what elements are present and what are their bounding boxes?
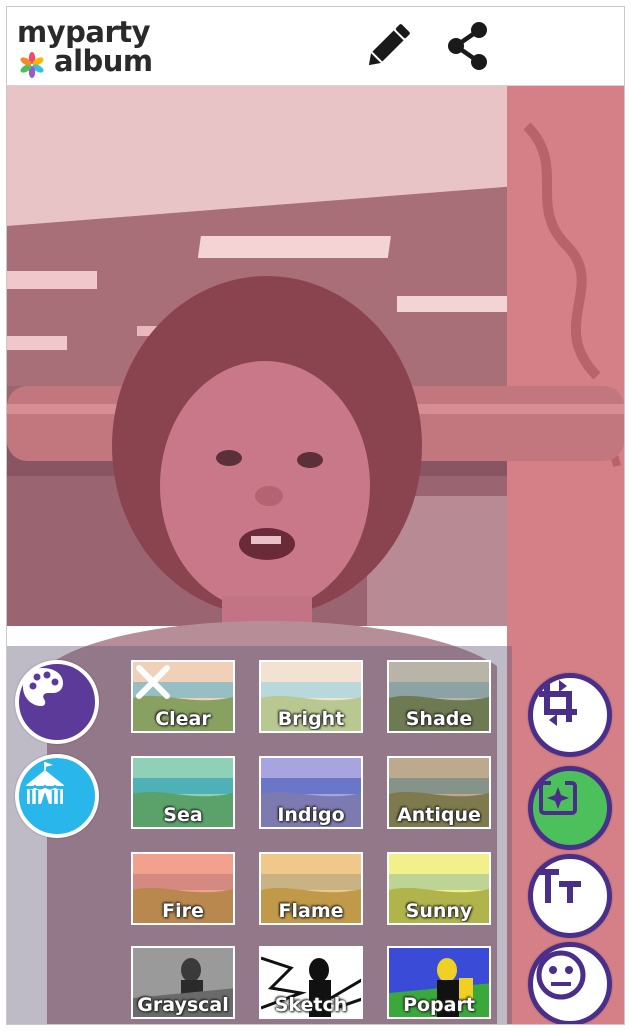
text-icon <box>537 869 581 903</box>
filter-label: Sea <box>163 804 203 826</box>
color-filter-button[interactable] <box>15 660 99 744</box>
filter-thumb-fire[interactable]: Fire <box>131 852 235 925</box>
add-text-button[interactable] <box>528 854 612 938</box>
edit-button[interactable] <box>359 17 417 75</box>
filter-label: Grayscal <box>137 994 229 1016</box>
filter-label: Sketch <box>274 994 348 1016</box>
filter-label: Indigo <box>277 804 345 826</box>
filter-thumb-indigo[interactable]: Indigo <box>259 756 363 829</box>
filter-thumb-bright[interactable]: Bright <box>259 660 363 733</box>
filter-label: Antique <box>397 804 481 826</box>
photo-canvas[interactable]: Clear Bright Shade Sea Indigo Antique Fi… <box>7 86 624 1024</box>
filter-label: Popart <box>403 994 475 1016</box>
party-theme-button[interactable] <box>15 754 99 838</box>
pencil-icon <box>368 24 410 66</box>
filter-thumb-popart[interactable]: Popart <box>387 946 491 1019</box>
filter-thumb-sketch[interactable]: Sketch <box>259 946 363 1019</box>
filter-thumb-flame[interactable]: Flame <box>259 852 363 925</box>
frame-sticker-button[interactable] <box>528 766 612 850</box>
add-emoji-button[interactable] <box>528 942 612 1024</box>
filter-label: Bright <box>277 708 345 730</box>
share-icon <box>448 22 487 70</box>
circus-tent-icon <box>24 762 66 804</box>
filter-thumb-sea[interactable]: Sea <box>131 756 235 829</box>
filter-thumb-shade[interactable]: Shade <box>387 660 491 733</box>
share-button[interactable] <box>439 17 497 75</box>
logo-text-line2: album <box>54 44 153 78</box>
filter-thumb-grayscale[interactable]: Grayscal <box>131 946 235 1019</box>
emoji-face-icon <box>536 950 586 1000</box>
filter-thumb-antique[interactable]: Antique <box>387 756 491 829</box>
crop-button[interactable] <box>528 673 612 757</box>
filter-label: Fire <box>162 900 204 922</box>
logo-flower-icon <box>20 52 44 78</box>
app-frame: myparty album Clear Bright Shade Sea Ind… <box>6 6 625 1025</box>
filter-label: Flame <box>278 900 344 922</box>
crop-icon <box>539 680 577 726</box>
app-header: myparty album <box>7 7 624 86</box>
filter-label: Clear <box>155 708 211 730</box>
filter-thumb-clear[interactable]: Clear <box>131 660 235 733</box>
close-icon <box>136 665 170 699</box>
filter-label: Shade <box>405 708 473 730</box>
filter-thumb-sunny[interactable]: Sunny <box>387 852 491 925</box>
filter-label: Sunny <box>405 900 473 922</box>
sparkle-frame-icon <box>539 779 577 815</box>
palette-icon <box>23 668 63 706</box>
